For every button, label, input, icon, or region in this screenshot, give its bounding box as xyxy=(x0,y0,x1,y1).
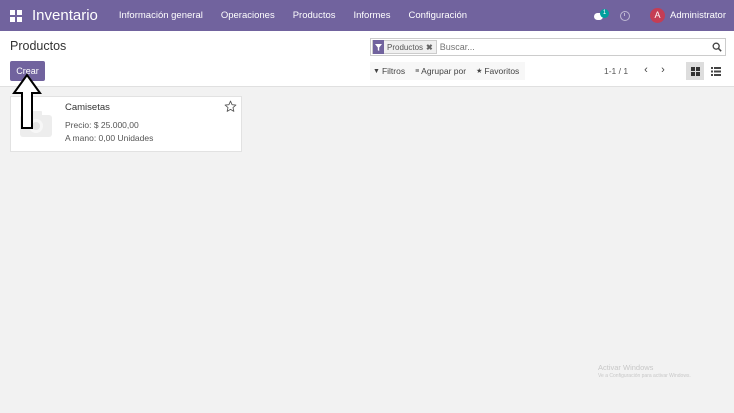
activity-clock-icon[interactable] xyxy=(620,10,631,21)
kanban-view-icon xyxy=(690,66,700,76)
favorite-star-icon[interactable] xyxy=(224,100,237,113)
app-name[interactable]: Inventario xyxy=(32,7,98,24)
search-facet-label: Productos xyxy=(387,42,424,52)
product-price: Precio: $ 25.000,00 xyxy=(65,120,139,130)
watermark-subtitle: Ve a Configuración para activar Windows. xyxy=(598,373,691,379)
navbar-systray: 1 A Administrator xyxy=(594,0,726,31)
favorites-dropdown[interactable]: ★ Favoritos xyxy=(476,66,519,76)
chat-icon[interactable]: 1 xyxy=(594,8,610,23)
list-view-icon xyxy=(711,66,721,76)
star-icon: ★ xyxy=(476,68,483,75)
menu-informacion-general[interactable]: Información general xyxy=(119,10,203,21)
product-on-hand: A mano: 0,00 Unidades xyxy=(65,133,154,143)
control-panel: Productos Crear Productos ✖ ▼ Filtros ≡ … xyxy=(0,31,734,87)
search-facet: Productos ✖ xyxy=(372,40,437,54)
user-avatar[interactable]: A xyxy=(650,8,666,23)
search-icon[interactable] xyxy=(712,42,722,52)
user-name[interactable]: Administrator xyxy=(670,10,726,21)
bars-icon: ≡ xyxy=(415,67,420,75)
facet-remove-icon[interactable]: ✖ xyxy=(426,43,436,52)
filter-icon xyxy=(373,40,384,54)
list-view-button[interactable] xyxy=(707,62,725,80)
menu-configuracion[interactable]: Configuración xyxy=(408,10,467,21)
apps-menu-icon[interactable] xyxy=(10,9,22,22)
top-navbar: Inventario Información general Operacion… xyxy=(0,0,734,31)
menu-operaciones[interactable]: Operaciones xyxy=(221,10,275,21)
search-input[interactable] xyxy=(439,42,700,52)
pager-next-icon[interactable]: › xyxy=(658,63,668,77)
funnel-icon: ▼ xyxy=(373,67,380,75)
menu-informes[interactable]: Informes xyxy=(354,10,391,21)
windows-activation-watermark: Activar Windows Ve a Configuración para … xyxy=(598,363,691,379)
chat-badge: 1 xyxy=(600,8,610,18)
product-name: Camisetas xyxy=(65,102,110,113)
watermark-title: Activar Windows xyxy=(598,363,654,372)
filters-dropdown[interactable]: ▼ Filtros xyxy=(373,66,405,76)
pager-value[interactable]: 1-1 / 1 xyxy=(604,66,628,76)
search-box[interactable]: Productos ✖ xyxy=(370,38,726,56)
up-arrow-annotation-icon xyxy=(12,73,42,129)
breadcrumb: Productos xyxy=(10,39,67,53)
product-card[interactable]: Camisetas Precio: $ 25.000,00 A mano: 0,… xyxy=(10,96,242,152)
menu-productos[interactable]: Productos xyxy=(293,10,336,21)
kanban-view-button[interactable] xyxy=(686,62,704,80)
pager-previous-icon[interactable]: ‹ xyxy=(641,63,651,77)
search-options-bar: ▼ Filtros ≡ Agrupar por ★ Favoritos xyxy=(370,62,526,80)
group-by-dropdown[interactable]: ≡ Agrupar por xyxy=(415,66,466,76)
